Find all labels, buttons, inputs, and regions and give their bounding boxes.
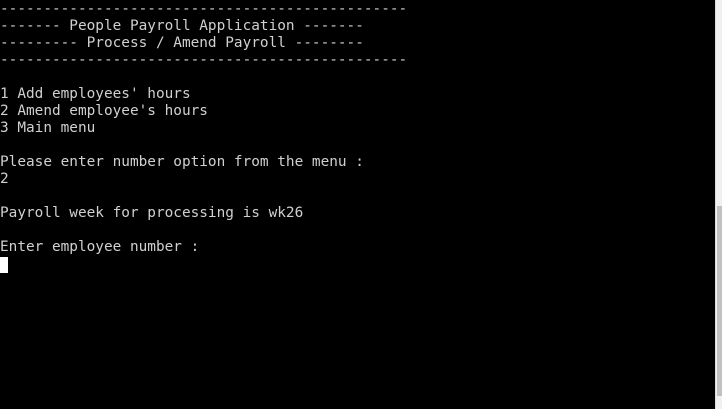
- payroll-week-message: Payroll week for processing is wk26: [0, 205, 304, 221]
- menu-input-echo: 2: [0, 171, 9, 187]
- text-cursor[interactable]: [0, 257, 8, 273]
- menu-option-amend-hours: 2 Amend employee's hours: [0, 103, 208, 119]
- vertical-scrollbar[interactable]: [715, 0, 722, 409]
- header-rule-bottom: ----------------------------------------…: [0, 52, 408, 68]
- app-title: ------- People Payroll Application -----…: [0, 18, 364, 34]
- scrollbar-thumb[interactable]: [717, 206, 722, 396]
- terminal-window[interactable]: ----------------------------------------…: [0, 0, 715, 409]
- menu-prompt: Please enter number option from the menu…: [0, 154, 364, 170]
- section-title: --------- Process / Amend Payroll ------…: [0, 35, 364, 51]
- employee-number-prompt: Enter employee number :: [0, 239, 200, 255]
- menu-option-main-menu: 3 Main menu: [0, 120, 96, 136]
- menu-option-add-hours: 1 Add employees' hours: [0, 86, 191, 102]
- header-rule-top: ----------------------------------------…: [0, 1, 408, 17]
